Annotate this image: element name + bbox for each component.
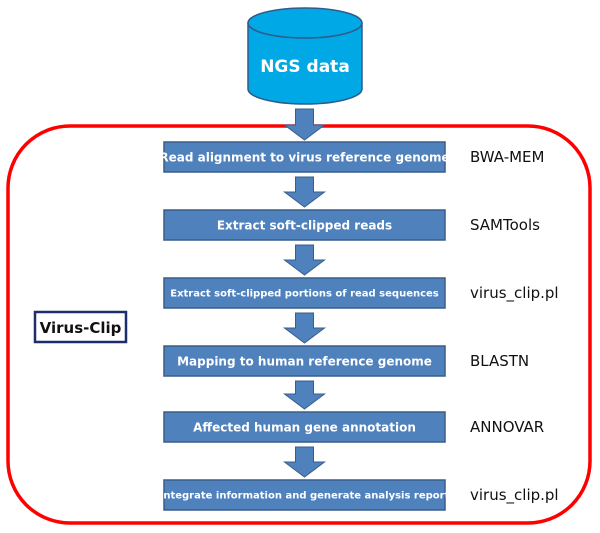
pipeline-step: Integrate information and generate analy… <box>160 479 559 511</box>
pipeline-step: Mapping to human reference genome BLASTN <box>163 345 529 377</box>
virus-clip-pipeline-diagram: NGS data Virus-Clip Read alignment to vi… <box>6 7 592 525</box>
down-arrow-icon <box>283 244 326 276</box>
ngs-data-label: NGS data <box>260 57 350 77</box>
down-arrow-icon <box>283 446 326 478</box>
pipeline-step: Extract soft-clipped reads SAMTools <box>163 209 540 241</box>
down-arrow-icon <box>283 108 326 141</box>
down-arrow-icon <box>283 176 326 208</box>
pipeline-step-label: Extract soft-clipped portions of read se… <box>170 289 439 300</box>
pipeline-step-label: Affected human gene annotation <box>193 420 416 434</box>
virus-clip-label: Virus-Clip <box>40 319 122 337</box>
ngs-data-database-icon: NGS data <box>247 7 363 105</box>
pipeline-step-label: Mapping to human reference genome <box>177 354 432 368</box>
pipeline-step: Read alignment to virus reference genome… <box>159 141 544 173</box>
pipeline-step-tool-label: BLASTN <box>470 352 529 370</box>
pipeline-step-tool-label: ANNOVAR <box>470 418 544 436</box>
pipeline-step-label: Integrate information and generate analy… <box>160 491 450 502</box>
pipeline-step-tool-label: virus_clip.pl <box>470 284 559 303</box>
down-arrow-icon <box>283 380 326 410</box>
pipeline-step-tool-label: SAMTools <box>470 216 540 234</box>
virus-clip-label-box: Virus-Clip <box>33 310 128 344</box>
down-arrow-icon <box>283 312 326 344</box>
pipeline-step-label: Extract soft-clipped reads <box>217 218 392 232</box>
pipeline-step-label: Read alignment to virus reference genome <box>159 150 449 164</box>
pipeline-step-tool-label: BWA-MEM <box>470 148 544 166</box>
pipeline-step: Extract soft-clipped portions of read se… <box>163 277 559 309</box>
pipeline-step-tool-label: virus_clip.pl <box>470 486 559 505</box>
pipeline-step: Affected human gene annotation ANNOVAR <box>163 411 544 443</box>
